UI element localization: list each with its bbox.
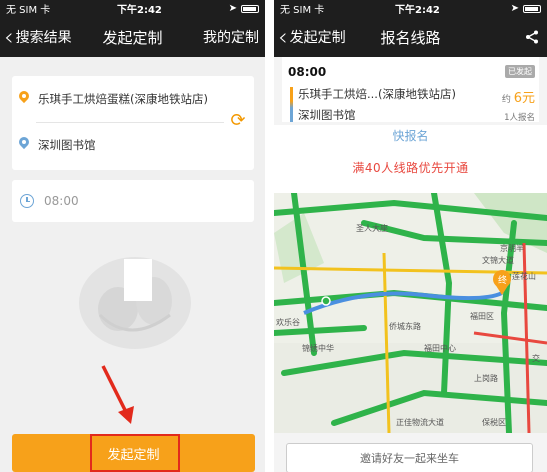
- route-map[interactable]: 圣人大座 京明半 莲花山 文锦大道 福田区 欢乐谷 锦绣中华 侨城东路 福田中心…: [274, 193, 547, 433]
- red-arrow-icon: [101, 365, 134, 424]
- my-custom-button[interactable]: 我的定制: [203, 27, 259, 47]
- to-address-field[interactable]: 深圳图书馆: [12, 122, 254, 168]
- invite-friends-button[interactable]: 邀请好友一起来坐车: [286, 443, 533, 472]
- map-label: 正佳物流大道: [396, 418, 444, 427]
- map-label: 上岗路: [474, 374, 498, 383]
- map-label: 福田中心: [424, 344, 456, 353]
- status-icons: ➤: [229, 3, 259, 14]
- map-label: 文锦大道: [482, 256, 514, 265]
- nav-bar: ‹ 搜索结果 发起定制 我的定制: [0, 17, 265, 57]
- screenshot-stage: 无 SIM 卡 下午2:42 ➤ ‹ 搜索结果 发起定制 我的定制 乐琪手工烘焙…: [0, 0, 547, 472]
- start-pin-icon: [16, 88, 32, 107]
- status-time: 下午2:42: [117, 5, 162, 16]
- price-value: 6元: [513, 91, 535, 106]
- map-label: 圣人大座: [356, 224, 388, 233]
- time-field[interactable]: 08:00: [12, 180, 254, 222]
- empty-state-illustration: [79, 257, 191, 349]
- promo-main-text: 满40人线路优先开通: [352, 161, 469, 175]
- swap-icon[interactable]: ⟳: [228, 111, 248, 131]
- end-marker-label: 终: [498, 276, 508, 286]
- nav-bar: ‹ 发起定制 报名线路: [274, 17, 547, 57]
- price-prefix: 约: [501, 95, 511, 105]
- map-label: 侨城东路: [389, 322, 421, 331]
- map-label: 莲花山: [512, 272, 536, 281]
- status-time: 下午2:42: [395, 5, 440, 16]
- route-to: 深圳图书馆: [298, 108, 356, 120]
- share-icon[interactable]: [525, 30, 539, 44]
- address-card: 乐琪手工烘焙蛋糕(深康地铁站店) 深圳图书馆 ⟳: [12, 76, 254, 170]
- chevron-left-icon: ‹: [4, 23, 14, 51]
- map-label: 保税区: [482, 418, 506, 427]
- route-card[interactable]: 08:00 已发起 乐琪手工烘焙...(深康地铁站店) 深圳图书馆 约 6元 1…: [282, 57, 539, 123]
- map-label: 福田区: [470, 312, 494, 321]
- promo-banner: 快报名 满40人线路优先开通: [274, 125, 547, 193]
- route-line-indicator: [290, 87, 293, 122]
- battery-icon: [523, 4, 541, 13]
- carrier-text: 无 SIM 卡: [280, 5, 325, 16]
- map-roads: [274, 193, 547, 433]
- from-address-field[interactable]: 乐琪手工烘焙蛋糕(深康地铁站店): [12, 76, 254, 122]
- map-label: 锦绣中华: [302, 344, 334, 353]
- battery-icon: [241, 4, 259, 13]
- clock-icon: [20, 194, 34, 208]
- highlight-frame: [90, 434, 180, 472]
- status-bar: 无 SIM 卡 下午2:42 ➤: [0, 0, 265, 17]
- status-bar: 无 SIM 卡 下午2:42 ➤: [274, 0, 547, 17]
- back-button[interactable]: ‹ 发起定制: [274, 25, 346, 49]
- route-from: 乐琪手工烘焙...(深康地铁站店): [298, 87, 456, 101]
- location-icon: ➤: [228, 3, 237, 14]
- map-label: 京明半: [500, 244, 524, 253]
- map-label: 欢乐谷: [276, 318, 300, 327]
- time-value: 08:00: [44, 194, 79, 208]
- right-phone-screen: 无 SIM 卡 下午2:42 ➤ ‹ 发起定制 报名线路 08:00 已发起 乐…: [274, 0, 547, 472]
- promo-top-text: 快报名: [392, 129, 429, 143]
- back-label: 发起定制: [289, 30, 346, 46]
- back-button[interactable]: ‹ 搜索结果: [0, 25, 72, 49]
- status-badge: 已发起: [505, 65, 535, 78]
- from-address-text: 乐琪手工烘焙蛋糕(深康地铁站店): [38, 92, 208, 106]
- carrier-text: 无 SIM 卡: [6, 5, 51, 16]
- end-pin-icon: [16, 134, 32, 153]
- route-time: 08:00: [288, 65, 327, 79]
- to-address-text: 深圳图书馆: [38, 138, 96, 152]
- chevron-left-icon: ‹: [278, 23, 288, 51]
- back-label: 搜索结果: [15, 30, 72, 46]
- enrolled-count: 1人报名: [504, 113, 535, 123]
- left-phone-screen: 无 SIM 卡 下午2:42 ➤ ‹ 搜索结果 发起定制 我的定制 乐琪手工烘焙…: [0, 0, 265, 472]
- location-icon: ➤: [510, 3, 519, 14]
- status-icons: ➤: [511, 3, 541, 14]
- map-label: 交: [532, 354, 540, 363]
- price: 约 6元: [502, 87, 535, 106]
- submit-custom-button[interactable]: 发起定制: [12, 434, 255, 472]
